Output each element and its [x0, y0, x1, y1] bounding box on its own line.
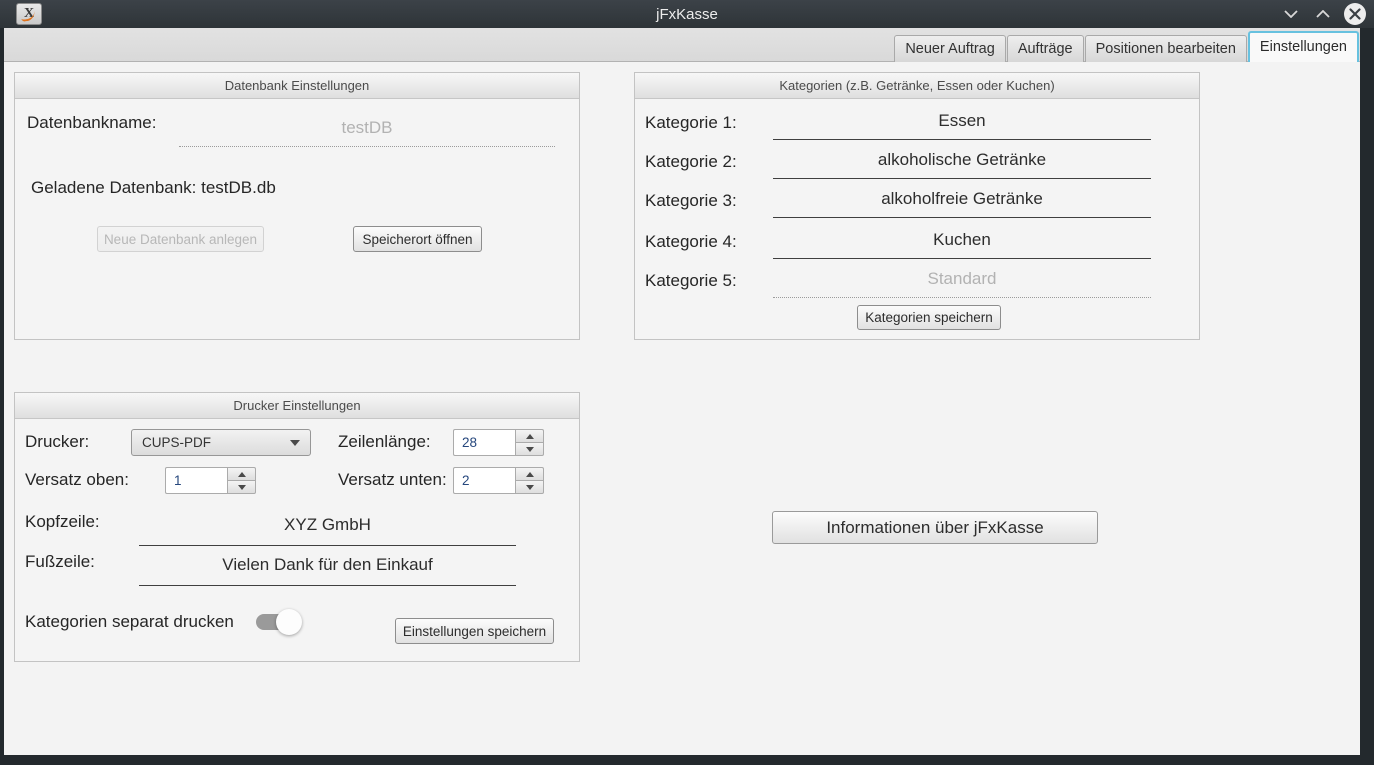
offset-bottom-input[interactable]: 2	[453, 467, 515, 494]
category-5-input[interactable]: Standard	[773, 264, 1151, 298]
maximize-button[interactable]	[1312, 3, 1334, 25]
open-storage-location-button[interactable]: Speicherort öffnen	[353, 226, 482, 252]
arrow-down-icon	[526, 485, 534, 490]
chevron-down-icon	[1284, 10, 1298, 18]
printer-settings-panel-body: Drucker: CUPS-PDF Zeilenlänge: 28 Versat…	[15, 419, 579, 661]
offset-top-input[interactable]: 1	[165, 467, 227, 494]
line-length-input[interactable]: 28	[453, 429, 515, 456]
arrow-up-icon	[238, 472, 246, 477]
chevron-up-icon	[1316, 10, 1330, 18]
category-3-input[interactable]: alkoholfreie Getränke	[773, 184, 1151, 218]
tab-einstellungen[interactable]: Einstellungen	[1248, 31, 1359, 62]
desktop-background: X jFxKasse Neuer Auftrag Aufträge Positi…	[0, 0, 1374, 765]
close-icon	[1349, 8, 1361, 20]
categories-panel-body: Kategorie 1: Essen Kategorie 2: alkoholi…	[635, 99, 1199, 339]
close-button[interactable]	[1344, 3, 1366, 25]
offset-top-increment-button[interactable]	[227, 467, 256, 480]
category-1-input[interactable]: Essen	[773, 106, 1151, 140]
category-2-label: Kategorie 2:	[645, 152, 737, 172]
about-jfxkasse-button[interactable]: Informationen über jFxKasse	[772, 511, 1098, 544]
offset-bottom-increment-button[interactable]	[515, 467, 544, 480]
category-4-label: Kategorie 4:	[645, 232, 737, 252]
tab-positionen-bearbeiten[interactable]: Positionen bearbeiten	[1085, 35, 1247, 62]
receipt-header-label: Kopfzeile:	[25, 512, 100, 532]
offset-top-spinner: 1	[165, 467, 256, 494]
settings-tab-content: Datenbank Einstellungen Datenbankname: t…	[4, 62, 1360, 754]
tab-neuer-auftrag[interactable]: Neuer Auftrag	[894, 35, 1005, 62]
category-4-input[interactable]: Kuchen	[773, 225, 1151, 259]
minimize-button[interactable]	[1280, 3, 1302, 25]
tab-auftraege[interactable]: Aufträge	[1007, 35, 1084, 62]
line-length-increment-button[interactable]	[515, 429, 544, 442]
database-settings-panel-body: Datenbankname: testDB Geladene Datenbank…	[15, 99, 579, 339]
database-settings-panel-title[interactable]: Datenbank Einstellungen	[15, 73, 579, 99]
line-length-label: Zeilenlänge:	[338, 432, 431, 452]
arrow-down-icon	[526, 447, 534, 452]
printer-settings-panel: Drucker Einstellungen Drucker: CUPS-PDF …	[14, 392, 580, 662]
window-title: jFxKasse	[0, 6, 1374, 23]
categories-panel: Kategorien (z.B. Getränke, Essen oder Ku…	[634, 72, 1200, 340]
receipt-header-input[interactable]: XYZ GmbH	[139, 508, 516, 546]
chevron-down-icon	[290, 440, 300, 446]
print-categories-separately-toggle[interactable]	[256, 609, 302, 635]
toggle-knob	[276, 609, 302, 635]
printer-selected-value: CUPS-PDF	[142, 435, 211, 450]
new-database-button[interactable]: Neue Datenbank anlegen	[97, 226, 264, 252]
printer-settings-panel-title[interactable]: Drucker Einstellungen	[15, 393, 579, 419]
printer-select[interactable]: CUPS-PDF	[131, 429, 311, 456]
category-1-label: Kategorie 1:	[645, 113, 737, 133]
categories-panel-title[interactable]: Kategorien (z.B. Getränke, Essen oder Ku…	[635, 73, 1199, 99]
database-name-label: Datenbankname:	[27, 113, 156, 133]
line-length-spinner: 28	[453, 429, 544, 456]
window-body: Neuer Auftrag Aufträge Positionen bearbe…	[4, 28, 1360, 755]
line-length-decrement-button[interactable]	[515, 442, 544, 456]
titlebar: X jFxKasse	[0, 0, 1374, 28]
database-settings-panel: Datenbank Einstellungen Datenbankname: t…	[14, 72, 580, 340]
loaded-database-text: Geladene Datenbank: testDB.db	[31, 178, 276, 198]
save-settings-button[interactable]: Einstellungen speichern	[395, 618, 554, 644]
offset-bottom-decrement-button[interactable]	[515, 480, 544, 494]
arrow-up-icon	[526, 434, 534, 439]
offset-top-label: Versatz oben:	[25, 470, 129, 490]
offset-bottom-spinner: 2	[453, 467, 544, 494]
category-2-input[interactable]: alkoholische Getränke	[773, 145, 1151, 179]
arrow-up-icon	[526, 472, 534, 477]
database-name-input[interactable]: testDB	[179, 113, 555, 147]
offset-bottom-label: Versatz unten:	[338, 470, 447, 490]
printer-label: Drucker:	[25, 432, 89, 452]
receipt-footer-input[interactable]: Vielen Dank für den Einkauf	[139, 548, 516, 586]
window-controls	[1280, 0, 1366, 28]
save-categories-button[interactable]: Kategorien speichern	[857, 305, 1001, 330]
arrow-down-icon	[238, 485, 246, 490]
receipt-footer-label: Fußzeile:	[25, 552, 95, 572]
offset-top-decrement-button[interactable]	[227, 480, 256, 494]
print-categories-separately-label: Kategorien separat drucken	[25, 612, 234, 632]
category-5-label: Kategorie 5:	[645, 271, 737, 291]
tab-bar: Neuer Auftrag Aufträge Positionen bearbe…	[4, 28, 1360, 62]
category-3-label: Kategorie 3:	[645, 191, 737, 211]
